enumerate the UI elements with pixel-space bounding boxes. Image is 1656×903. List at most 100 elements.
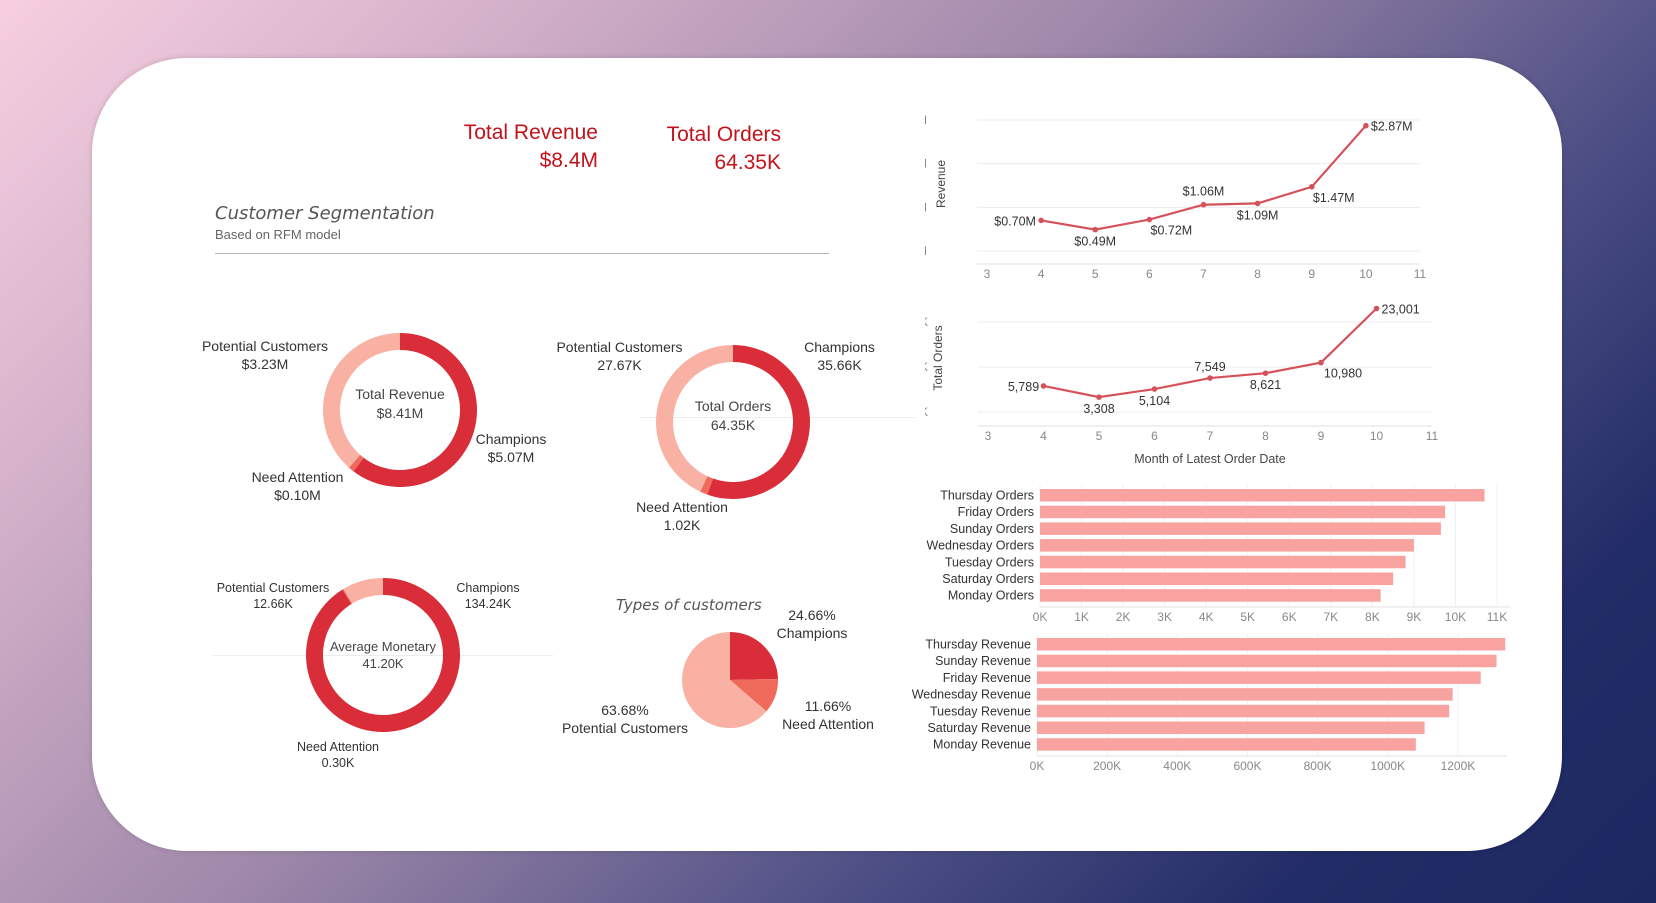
- potential-customers-value: 12.66K: [253, 597, 293, 611]
- donut-average-monetary-champions-label: Champions 134.24K: [450, 580, 526, 612]
- bar-category-label: Monday Revenue: [933, 738, 1031, 752]
- bar-category-label: Friday Orders: [958, 505, 1034, 519]
- data-point: [1318, 359, 1324, 366]
- need-attention-value: 0.30K: [321, 756, 355, 770]
- champions-value: 35.66K: [817, 357, 862, 373]
- data-label: $2.87M: [1371, 120, 1413, 134]
- data-label: $1.06M: [1183, 185, 1225, 199]
- data-label: 7,549: [1194, 360, 1225, 374]
- y-tick-label: 10K: [925, 360, 928, 374]
- potential-customers-label: Potential Customers: [561, 720, 689, 736]
- data-point: [1254, 200, 1261, 207]
- x-tick-label: 800K: [1304, 759, 1332, 773]
- kpi-total-revenue-label: Total Revenue: [463, 121, 598, 144]
- champions-label: Champions: [475, 431, 547, 447]
- x-tick-label: 4K: [1199, 610, 1214, 624]
- potential-customers-label: Potential Customers: [216, 581, 330, 595]
- pie-types-potential-label: 63.68% Potential Customers: [551, 701, 699, 737]
- need-attention-value: $0.10M: [274, 487, 321, 503]
- kpi-total-revenue-value: $8.4M: [539, 149, 598, 172]
- donut-average-monetary-potential-label: Potential Customers 12.66K: [209, 580, 337, 612]
- bar: [1040, 555, 1406, 569]
- bar: [1037, 638, 1506, 651]
- x-tick-label: 6: [1151, 429, 1158, 443]
- donut-average-monetary-attention-label: Need Attention 0.30K: [288, 739, 388, 771]
- donut-center-label: Total Orders: [694, 398, 772, 414]
- x-tick-label: 5K: [1240, 610, 1255, 624]
- donut-center-value: 64.35K: [710, 417, 756, 433]
- x-tick-label: 0K: [1030, 759, 1045, 773]
- bar: [1037, 671, 1481, 684]
- x-tick-label: 0K: [1033, 610, 1048, 624]
- bar: [1040, 489, 1485, 502]
- x-tick-label: 600K: [1233, 759, 1261, 773]
- x-tick-label: 10: [1370, 429, 1384, 443]
- donut-total-orders-champions-label: Champions 35.66K: [797, 338, 882, 374]
- x-tick-label: 7K: [1323, 610, 1338, 624]
- data-point: [1040, 383, 1047, 389]
- series-line: [1040, 124, 1367, 231]
- x-tick-label: 8: [1262, 429, 1269, 443]
- kpi-total-orders-value: 64.35K: [714, 151, 781, 174]
- bar: [1040, 505, 1446, 519]
- data-point: [1146, 216, 1153, 223]
- champions-value: $5.07M: [487, 449, 535, 465]
- x-tick-label: 3: [984, 267, 991, 281]
- data-label: 5,104: [1139, 394, 1170, 408]
- segmentation-divider: [215, 253, 829, 254]
- bar-category-label: Tuesday Orders: [945, 555, 1034, 569]
- x-tick-label: 200K: [1093, 759, 1121, 773]
- x-tick-label: 9: [1318, 429, 1325, 443]
- potential-customers-label: Potential Customers: [201, 338, 329, 354]
- data-label: $0.72M: [1151, 224, 1193, 238]
- bar: [1037, 704, 1450, 718]
- pie-types-title: Types of customers: [616, 596, 762, 614]
- champions-label: Champions: [776, 625, 848, 641]
- segmentation-subtitle: Based on RFM model: [215, 227, 341, 242]
- x-tick-label: 8: [1254, 267, 1261, 281]
- y-tick-label: 3M: [925, 113, 927, 127]
- need-attention-label: Need Attention: [782, 716, 874, 732]
- x-tick-label: 3: [985, 429, 992, 443]
- x-tick-label: 11: [1426, 429, 1439, 443]
- x-tick-label: 6: [1146, 267, 1153, 281]
- x-tick-label: 5: [1092, 267, 1099, 281]
- bar: [1037, 654, 1497, 668]
- revenue-by-day-bar-chart: 0K 200K 400K 600K 800K 1000K 1200K Thursday Rev…: [912, 634, 1507, 773]
- data-label: 8,621: [1250, 378, 1281, 392]
- bar: [1037, 738, 1416, 751]
- need-attention-label: Need Attention: [296, 740, 379, 754]
- orders-line-chart: 0K 10K 20K 3 4 5 6 7 8 9 10 11 Total Orders Month of …: [925, 302, 1439, 466]
- bar-category-label: Thursday Revenue: [925, 638, 1031, 652]
- potential-customers-value: $3.23M: [241, 356, 289, 372]
- x-tick-label: 1200K: [1441, 759, 1476, 773]
- data-label: 23,001: [1382, 302, 1420, 316]
- bar-category-label: Wednesday Orders: [927, 539, 1034, 553]
- x-tick-label: 9K: [1407, 610, 1422, 624]
- bar: [1037, 721, 1425, 734]
- y-tick-label: 2M: [925, 157, 927, 171]
- bar-category-label: Friday Revenue: [943, 671, 1031, 685]
- bar-category-label: Sunday Revenue: [935, 654, 1031, 668]
- donut-total-orders-potential-label: Potential Customers 27.67K: [547, 338, 692, 374]
- bar-category-label: Thursday Orders: [940, 489, 1034, 503]
- donut-center-value: 41.20K: [362, 656, 404, 671]
- x-tick-label: 4: [1038, 267, 1045, 281]
- donut-average-monetary-center: Average Monetary 41.20K: [318, 638, 448, 672]
- donut-total-revenue-potential-label: Potential Customers $3.23M: [195, 337, 335, 373]
- segmentation-title: Customer Segmentation: [215, 203, 435, 224]
- x-tick-label: 10: [1359, 267, 1373, 281]
- donut-total-orders-center: Total Orders 64.35K: [673, 397, 793, 435]
- revenue-line-chart: 0M 1M 2M 3M 3 4 5 6 7 8 9 10 11 Revenue $0.70M $0.49M $0…: [925, 113, 1427, 281]
- champions-value: 134.24K: [464, 597, 512, 611]
- data-label: 5,789: [1008, 380, 1039, 394]
- data-point: [1207, 375, 1213, 381]
- pie-types-attention-label: 11.66% Need Attention: [773, 697, 883, 733]
- need-attention-value: 1.02K: [663, 517, 701, 533]
- x-tick-label: 1K: [1074, 610, 1089, 624]
- x-tick-label: 9: [1308, 267, 1315, 281]
- champions-label: Champions: [456, 581, 520, 595]
- pie-types-champions-label: 24.66% Champions: [766, 606, 858, 642]
- bar-category-label: Monday Orders: [948, 589, 1034, 603]
- x-tick-label: 6K: [1282, 610, 1297, 624]
